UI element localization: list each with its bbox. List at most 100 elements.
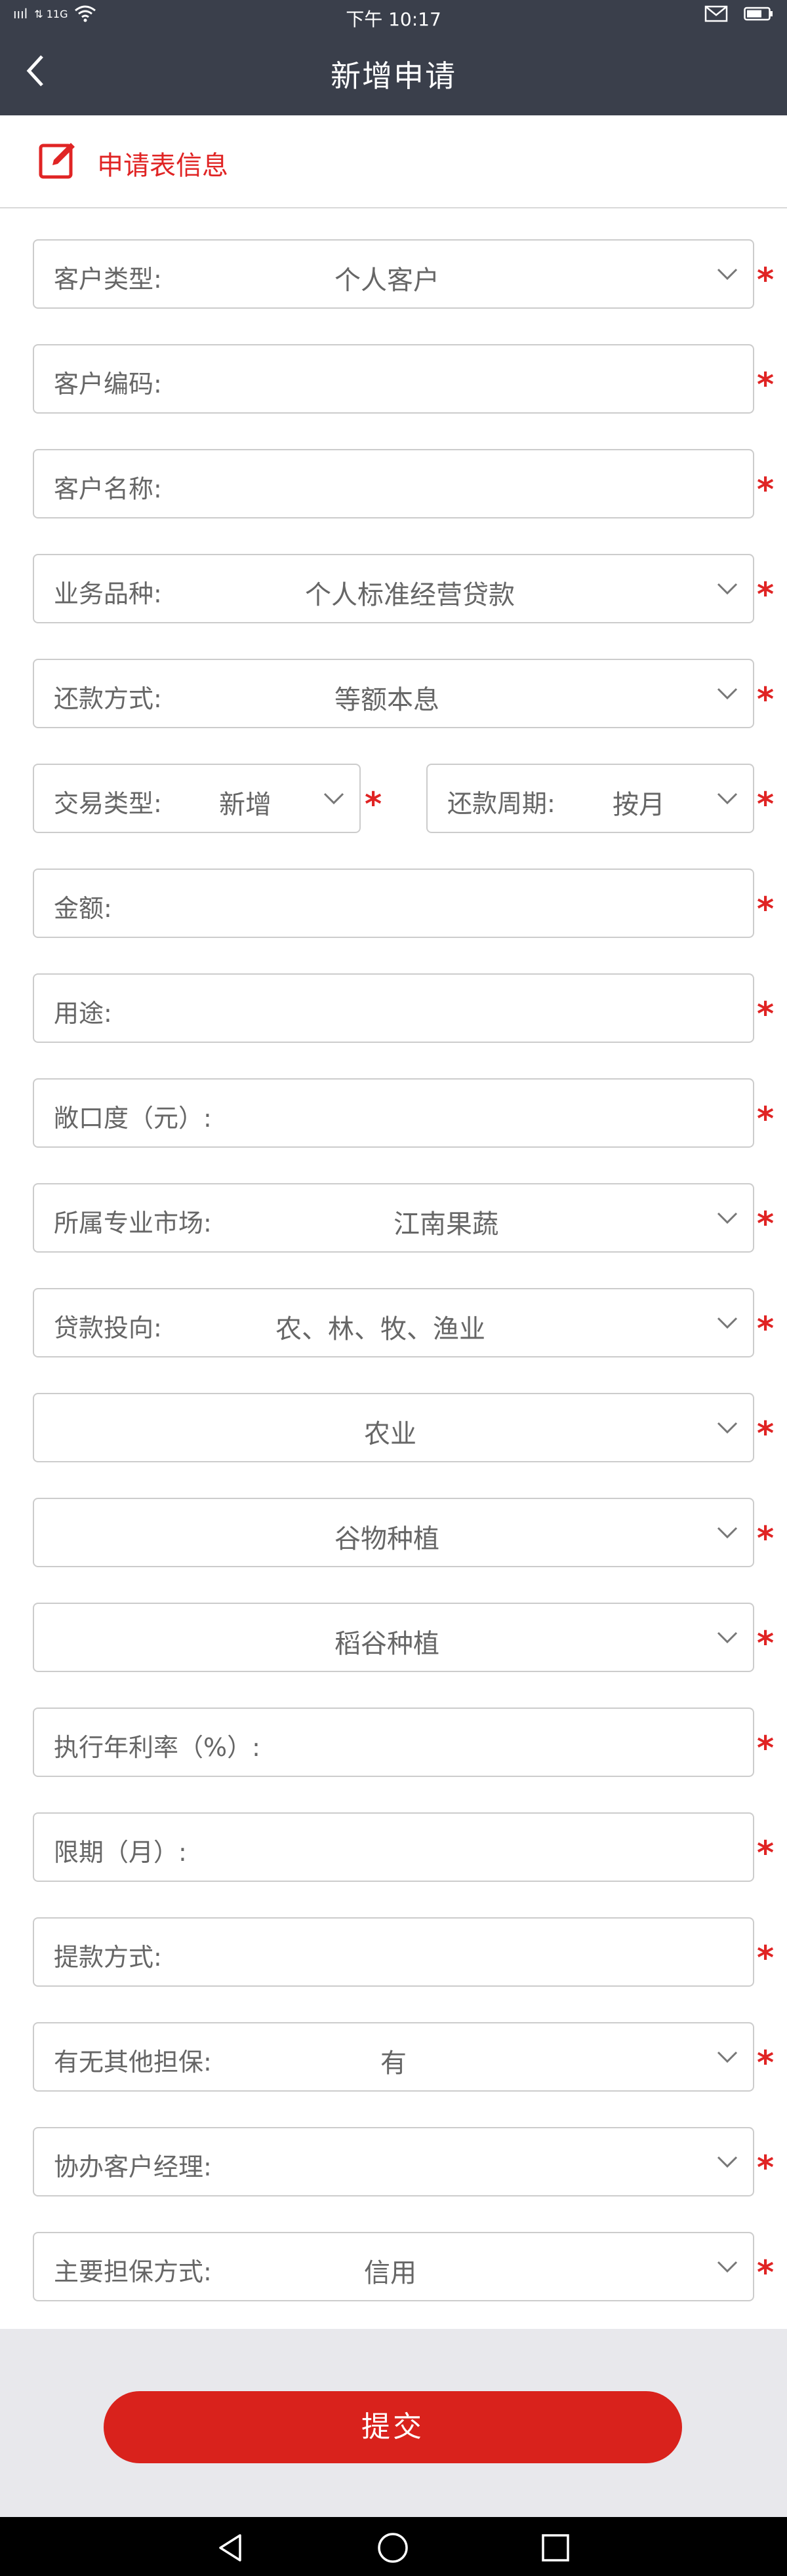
repayment-method-select[interactable]: 还款方式: 等额本息 bbox=[33, 659, 754, 728]
other-guarantee-select[interactable]: 有无其他担保: 有 bbox=[33, 2022, 754, 2092]
market-label: 所属专业市场: bbox=[54, 1209, 212, 1238]
required-mark: * bbox=[757, 471, 775, 509]
required-mark: * bbox=[757, 1624, 775, 1662]
system-nav-bar bbox=[0, 2517, 787, 2576]
term-field[interactable]: 限期（月）: bbox=[33, 1812, 754, 1882]
withdrawal-method-label: 提款方式: bbox=[54, 1943, 162, 1972]
footer-area: 提交 bbox=[0, 2329, 787, 2517]
term-label: 限期（月）: bbox=[54, 1838, 187, 1867]
chevron-down-icon bbox=[717, 688, 738, 700]
edit-form-icon bbox=[39, 143, 75, 179]
purpose-label: 用途: bbox=[54, 999, 112, 1028]
withdrawal-method-field[interactable]: 提款方式: bbox=[33, 1917, 754, 1987]
repayment-method-value: 等额本息 bbox=[334, 685, 439, 715]
industry-level3-value: 稻谷种植 bbox=[334, 1629, 439, 1659]
annual-rate-field[interactable]: 执行年利率（%）: bbox=[33, 1708, 754, 1777]
recent-apps-icon[interactable] bbox=[540, 2533, 571, 2563]
required-mark: * bbox=[757, 1310, 775, 1348]
industry-level1-value: 农业 bbox=[364, 1419, 416, 1449]
main-guarantee-value: 信用 bbox=[364, 2258, 416, 2288]
required-mark: * bbox=[757, 1834, 775, 1872]
customer-code-field[interactable]: 客户编码: bbox=[33, 344, 754, 414]
business-type-select[interactable]: 业务品种: 个人标准经营贷款 bbox=[33, 554, 754, 623]
loan-direction-value: 农、林、牧、渔业 bbox=[275, 1314, 485, 1344]
annual-rate-label: 执行年利率（%）: bbox=[54, 1733, 260, 1762]
section-header: 申请表信息 bbox=[0, 115, 787, 208]
required-mark: * bbox=[757, 995, 775, 1033]
chevron-down-icon bbox=[717, 268, 738, 281]
customer-name-label: 客户名称: bbox=[54, 475, 162, 503]
chevron-down-icon bbox=[717, 2261, 738, 2273]
required-mark: * bbox=[757, 2149, 775, 2187]
required-mark: * bbox=[757, 1939, 775, 1977]
exposure-label: 敞口度（元）: bbox=[54, 1104, 212, 1133]
section-title: 申请表信息 bbox=[97, 151, 228, 181]
loan-direction-label: 贷款投向: bbox=[54, 1314, 162, 1342]
chevron-down-icon bbox=[323, 792, 344, 805]
submit-button[interactable]: 提交 bbox=[104, 2391, 682, 2463]
chevron-down-icon bbox=[717, 1527, 738, 1539]
co-manager-label: 协办客户经理: bbox=[54, 2153, 212, 2181]
required-mark: * bbox=[757, 890, 775, 928]
purpose-field[interactable]: 用途: bbox=[33, 973, 754, 1043]
customer-type-label: 客户类型: bbox=[54, 265, 162, 294]
home-nav-icon[interactable] bbox=[376, 2531, 409, 2564]
customer-code-label: 客户编码: bbox=[54, 370, 162, 399]
status-time: 下午 10:17 bbox=[346, 9, 441, 30]
business-type-label: 业务品种: bbox=[54, 579, 162, 608]
required-mark: * bbox=[757, 1205, 775, 1243]
repayment-cycle-label: 还款周期: bbox=[447, 789, 555, 818]
chevron-down-icon bbox=[717, 1422, 738, 1434]
industry-level1-select[interactable]: 农业 bbox=[33, 1393, 754, 1462]
industry-level2-select[interactable]: 谷物种植 bbox=[33, 1498, 754, 1567]
status-bar: ıııl ⇅ 11G 下午 10:17 bbox=[0, 0, 787, 33]
exposure-field[interactable]: 敞口度（元）: bbox=[33, 1078, 754, 1148]
chevron-down-icon bbox=[717, 1212, 738, 1224]
co-manager-select[interactable]: 协办客户经理: bbox=[33, 2127, 754, 2196]
industry-level3-select[interactable]: 稻谷种植 bbox=[33, 1603, 754, 1672]
required-mark: * bbox=[757, 680, 775, 718]
amount-label: 金额: bbox=[54, 894, 112, 923]
amount-field[interactable]: 金额: bbox=[33, 868, 754, 938]
top-navbar: 新增申请 bbox=[0, 33, 787, 115]
back-nav-icon[interactable] bbox=[215, 2533, 245, 2563]
chevron-down-icon bbox=[717, 1317, 738, 1329]
main-guarantee-select[interactable]: 主要担保方式: 信用 bbox=[33, 2232, 754, 2301]
chevron-down-icon bbox=[717, 583, 738, 595]
other-guarantee-value: 有 bbox=[380, 2048, 407, 2078]
status-right bbox=[704, 5, 774, 22]
chevron-down-icon bbox=[717, 1631, 738, 1644]
mail-icon bbox=[704, 5, 728, 22]
transaction-type-value: 新增 bbox=[219, 790, 272, 820]
required-mark: * bbox=[757, 2254, 775, 2292]
customer-type-value: 个人客户 bbox=[334, 265, 439, 296]
required-mark: * bbox=[757, 1519, 775, 1557]
business-type-value: 个人标准经营贷款 bbox=[305, 580, 515, 610]
required-mark: * bbox=[757, 2044, 775, 2082]
repayment-cycle-value: 按月 bbox=[613, 790, 665, 820]
customer-type-select[interactable]: 客户类型: 个人客户 bbox=[33, 239, 754, 309]
required-mark: * bbox=[757, 1415, 775, 1453]
chevron-down-icon bbox=[717, 2051, 738, 2063]
required-mark: * bbox=[757, 576, 775, 614]
transaction-type-select[interactable]: 交易类型: 新增 bbox=[33, 764, 361, 833]
required-mark: * bbox=[365, 785, 382, 823]
transaction-type-label: 交易类型: bbox=[54, 789, 162, 818]
chevron-down-icon bbox=[717, 792, 738, 805]
loan-direction-select[interactable]: 贷款投向: 农、林、牧、渔业 bbox=[33, 1288, 754, 1357]
required-mark: * bbox=[757, 261, 775, 299]
required-mark: * bbox=[757, 785, 775, 823]
required-mark: * bbox=[757, 366, 775, 404]
battery-icon bbox=[744, 7, 773, 21]
repayment-cycle-select[interactable]: 还款周期: 按月 bbox=[426, 764, 754, 833]
main-guarantee-label: 主要担保方式: bbox=[54, 2257, 212, 2286]
market-select[interactable]: 所属专业市场: 江南果蔬 bbox=[33, 1183, 754, 1253]
customer-name-field[interactable]: 客户名称: bbox=[33, 449, 754, 518]
required-mark: * bbox=[757, 1100, 775, 1138]
market-value: 江南果蔬 bbox=[394, 1209, 498, 1239]
industry-level2-value: 谷物种植 bbox=[334, 1524, 439, 1554]
chevron-down-icon bbox=[717, 2156, 738, 2168]
repayment-method-label: 还款方式: bbox=[54, 684, 162, 713]
other-guarantee-label: 有无其他担保: bbox=[54, 2048, 212, 2077]
page-title: 新增申请 bbox=[331, 58, 456, 94]
